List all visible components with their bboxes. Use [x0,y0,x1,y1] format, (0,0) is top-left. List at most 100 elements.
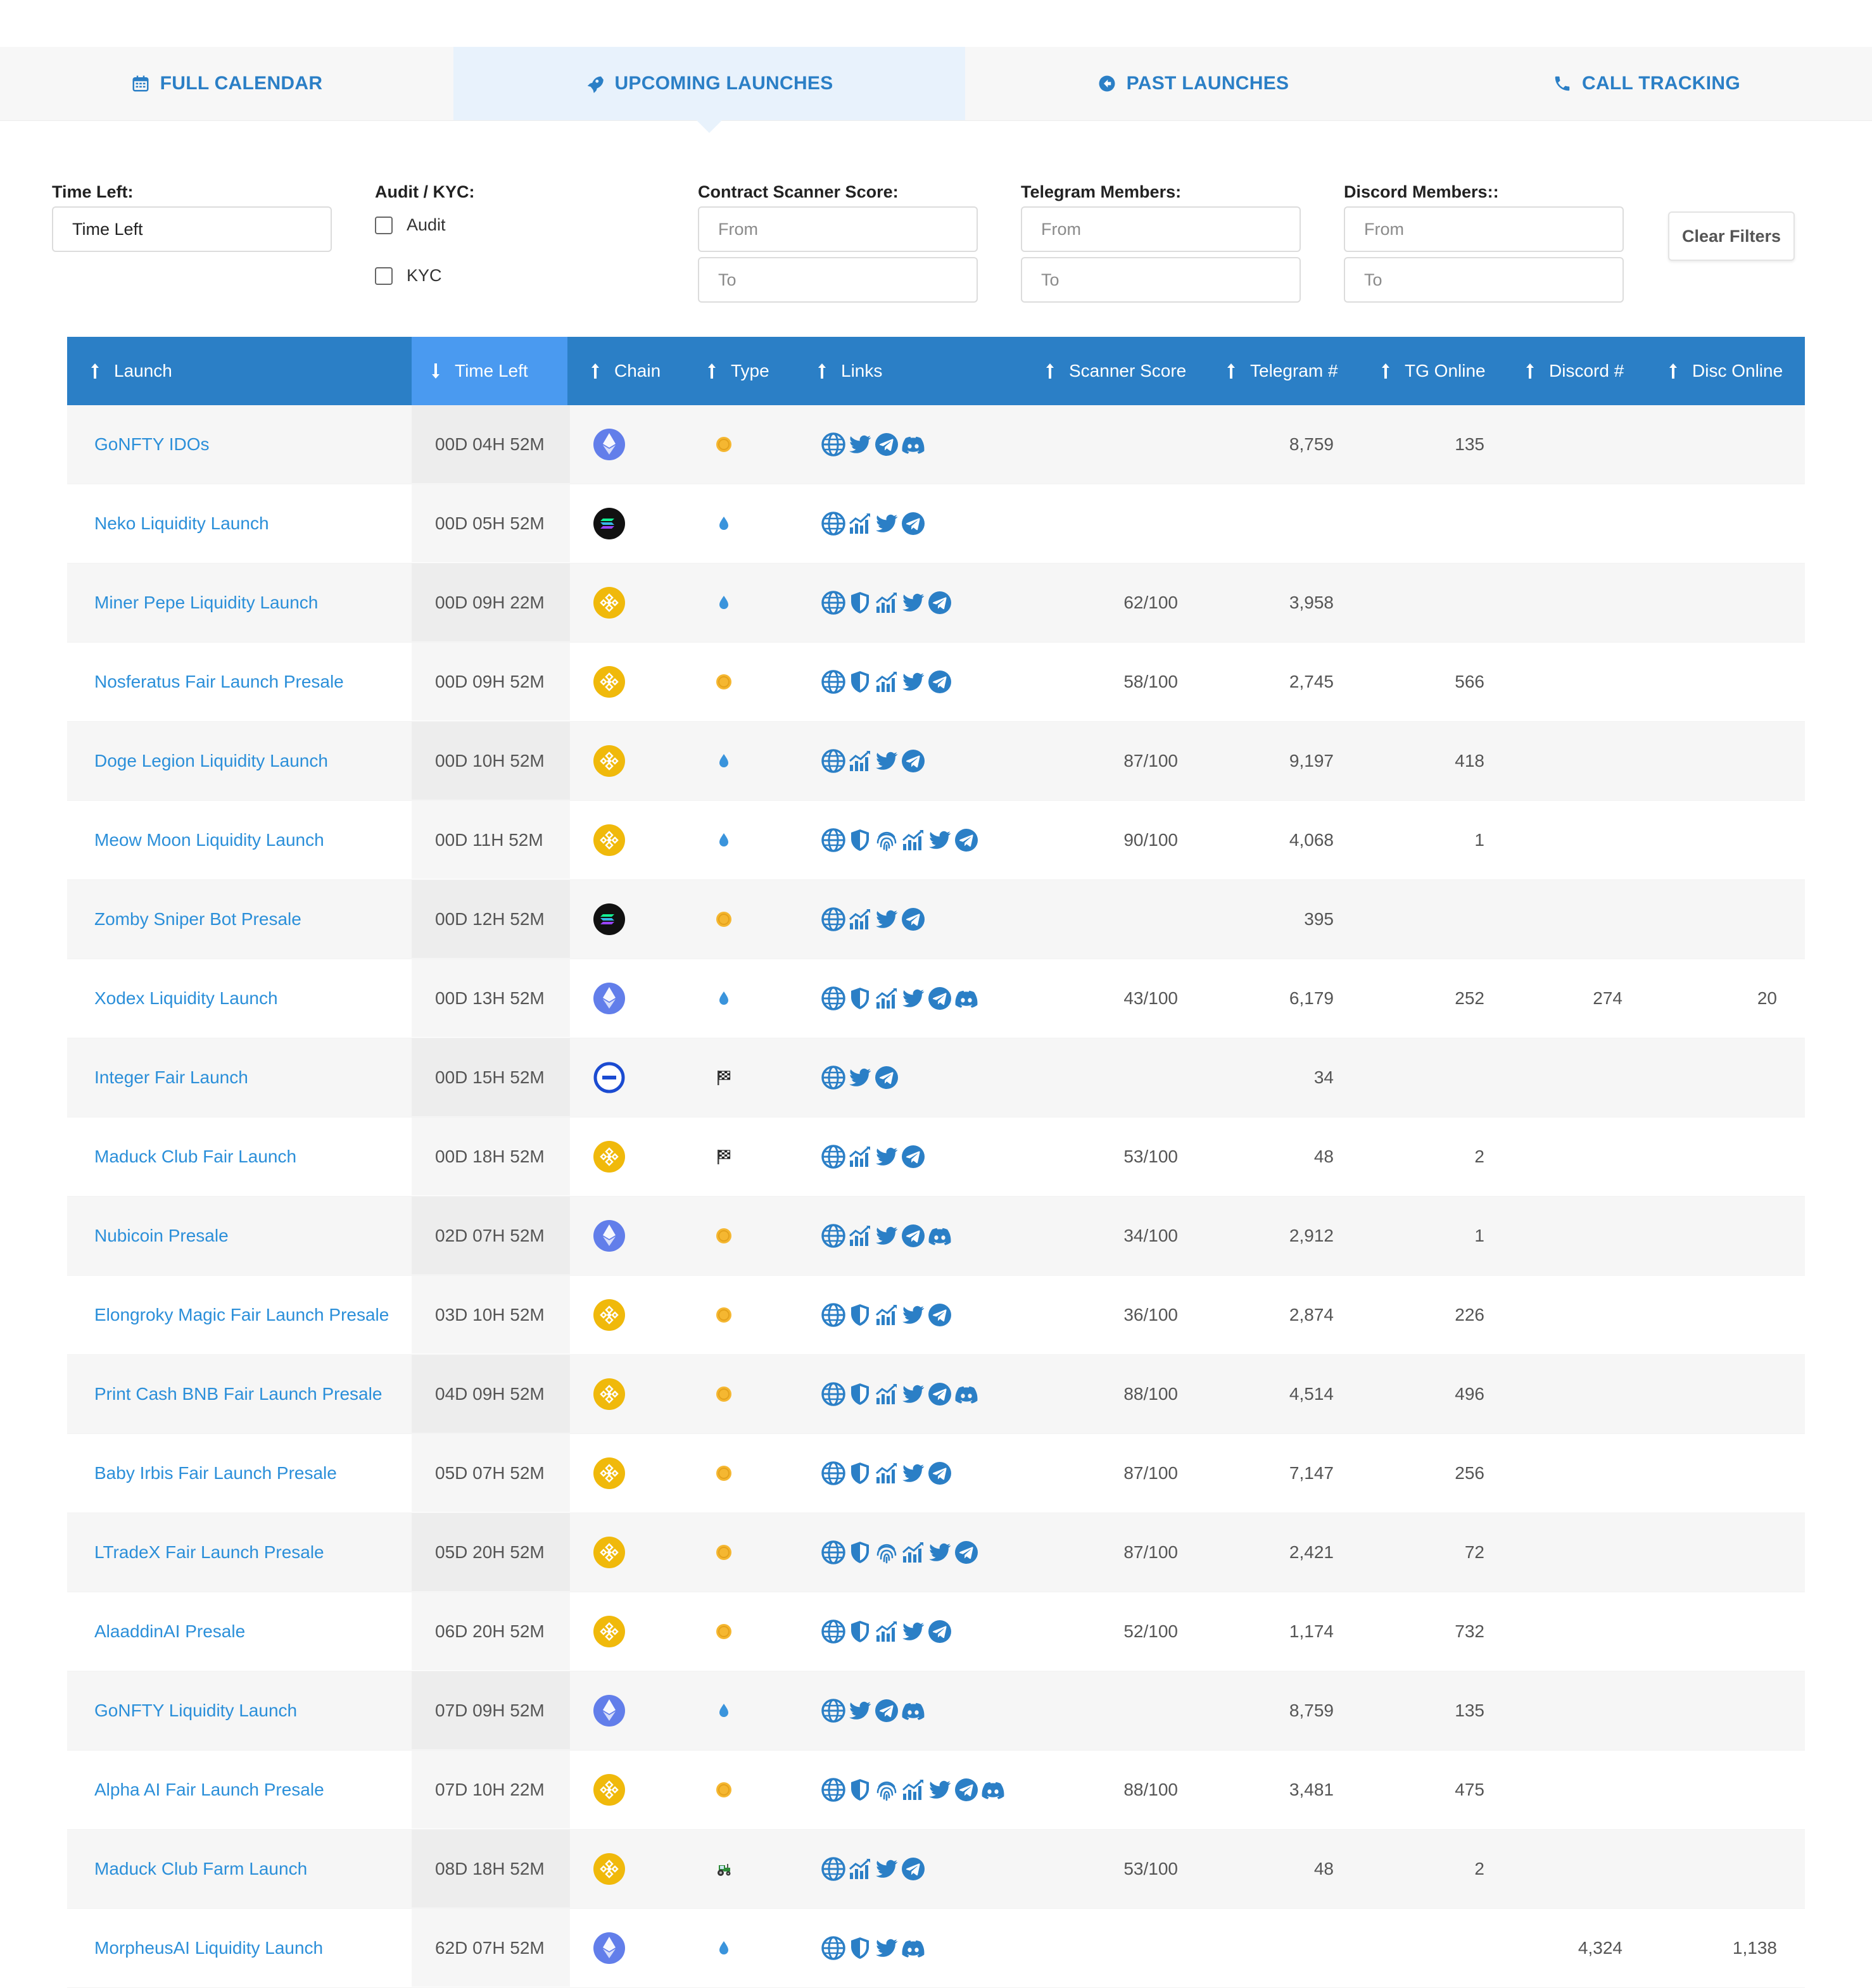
audit-shield-icon[interactable] [847,1461,873,1486]
website-globe-icon[interactable] [821,907,846,932]
telegram-icon[interactable] [874,1065,899,1090]
chart-icon[interactable] [874,1302,899,1328]
twitter-icon[interactable] [901,590,926,615]
launch-name-link[interactable]: Nosferatus Fair Launch Presale [94,643,344,720]
website-globe-icon[interactable] [821,1856,846,1882]
launch-name-link[interactable]: MorpheusAI Liquidity Launch [94,1909,323,1987]
website-globe-icon[interactable] [821,1698,846,1723]
launch-name-link[interactable]: LTradeX Fair Launch Presale [94,1513,324,1591]
chart-icon[interactable] [847,748,873,774]
telegram-icon[interactable] [901,1144,926,1169]
launch-name-link[interactable]: Neko Liquidity Launch [94,484,269,562]
website-globe-icon[interactable] [821,1223,846,1249]
launch-name-link[interactable]: Nubicoin Presale [94,1197,229,1274]
chart-icon[interactable] [847,1223,873,1249]
launch-name-link[interactable]: Maduck Club Farm Launch [94,1830,307,1908]
website-globe-icon[interactable] [821,590,846,615]
website-globe-icon[interactable] [821,827,846,853]
column-header-tg-online[interactable]: TG Online [1381,337,1486,405]
discord-icon[interactable] [954,1381,979,1407]
launch-name-link[interactable]: Doge Legion Liquidity Launch [94,722,328,800]
telegram-icon[interactable] [901,748,926,774]
clear-filters-button[interactable]: Clear Filters [1668,211,1795,261]
launch-name-link[interactable]: Zomby Sniper Bot Presale [94,880,301,958]
column-header-type[interactable]: Type [707,337,769,405]
twitter-icon[interactable] [874,1144,899,1169]
audit-checkbox-row[interactable]: Audit [375,215,446,235]
telegram-icon[interactable] [927,1619,952,1644]
audit-shield-icon[interactable] [847,1540,873,1565]
column-header-launch[interactable]: Launch [90,337,172,405]
launch-name-link[interactable]: GoNFTY Liquidity Launch [94,1671,297,1749]
audit-shield-icon[interactable] [847,827,873,853]
chart-icon[interactable] [874,1381,899,1407]
audit-shield-icon[interactable] [847,1381,873,1407]
chart-icon[interactable] [874,1461,899,1486]
twitter-icon[interactable] [847,1065,873,1090]
audit-shield-icon[interactable] [847,1619,873,1644]
tab-past-launches[interactable]: PAST LAUNCHES [965,47,1421,120]
audit-shield-icon[interactable] [847,1777,873,1802]
twitter-icon[interactable] [927,1540,952,1565]
discord-icon[interactable] [901,432,926,457]
column-header-chain[interactable]: Chain [590,337,661,405]
twitter-icon[interactable] [927,1777,952,1802]
tab-upcoming-launches[interactable]: UPCOMING LAUNCHES [453,47,965,133]
column-header-scanner-score[interactable]: Scanner Score [1045,337,1186,405]
twitter-icon[interactable] [901,1619,926,1644]
chart-icon[interactable] [847,907,873,932]
chart-icon[interactable] [847,1144,873,1169]
telegram-icon[interactable] [901,1856,926,1882]
chart-icon[interactable] [874,1619,899,1644]
launch-name-link[interactable]: Baby Irbis Fair Launch Presale [94,1434,337,1512]
audit-shield-icon[interactable] [847,669,873,695]
chart-icon[interactable] [847,511,873,536]
twitter-icon[interactable] [847,1698,873,1723]
website-globe-icon[interactable] [821,1302,846,1328]
twitter-icon[interactable] [874,1223,899,1249]
website-globe-icon[interactable] [821,511,846,536]
audit-shield-icon[interactable] [847,590,873,615]
launch-name-link[interactable]: Maduck Club Fair Launch [94,1117,296,1195]
chart-icon[interactable] [874,986,899,1011]
scanner-to-input[interactable] [698,257,978,303]
website-globe-icon[interactable] [821,986,846,1011]
website-globe-icon[interactable] [821,1540,846,1565]
kyc-fingerprint-icon[interactable] [874,1540,899,1565]
column-header-time-left[interactable]: Time Left [412,337,567,405]
discord-icon[interactable] [954,986,979,1011]
telegram-icon[interactable] [927,986,952,1011]
telegram-icon[interactable] [954,1777,979,1802]
twitter-icon[interactable] [901,1302,926,1328]
column-header-links[interactable]: Links [817,337,882,405]
audit-shield-icon[interactable] [847,1302,873,1328]
twitter-icon[interactable] [901,1461,926,1486]
discord-icon[interactable] [927,1223,952,1249]
launch-name-link[interactable]: Xodex Liquidity Launch [94,959,278,1037]
launch-name-link[interactable]: Meow Moon Liquidity Launch [94,801,324,879]
telegram-icon[interactable] [954,1540,979,1565]
launch-name-link[interactable]: GoNFTY IDOs [94,405,210,483]
twitter-icon[interactable] [847,432,873,457]
telegram-to-input[interactable] [1021,257,1301,303]
telegram-icon[interactable] [901,1223,926,1249]
audit-checkbox[interactable] [375,216,393,234]
kyc-checkbox-row[interactable]: KYC [375,266,442,286]
scanner-from-input[interactable] [698,206,978,252]
website-globe-icon[interactable] [821,669,846,695]
launch-name-link[interactable]: Alpha AI Fair Launch Presale [94,1751,324,1828]
column-header-disc-online[interactable]: Disc Online [1668,337,1783,405]
telegram-icon[interactable] [927,1381,952,1407]
kyc-checkbox[interactable] [375,267,393,285]
column-header-discord[interactable]: Discord # [1525,337,1624,405]
telegram-icon[interactable] [901,907,926,932]
website-globe-icon[interactable] [821,1935,846,1961]
twitter-icon[interactable] [874,1935,899,1961]
column-header-telegram[interactable]: Telegram # [1226,337,1338,405]
launch-name-link[interactable]: Print Cash BNB Fair Launch Presale [94,1355,382,1433]
telegram-from-input[interactable] [1021,206,1301,252]
launch-name-link[interactable]: Integer Fair Launch [94,1038,248,1116]
chart-icon[interactable] [874,590,899,615]
telegram-icon[interactable] [954,827,979,853]
chart-icon[interactable] [901,1540,926,1565]
